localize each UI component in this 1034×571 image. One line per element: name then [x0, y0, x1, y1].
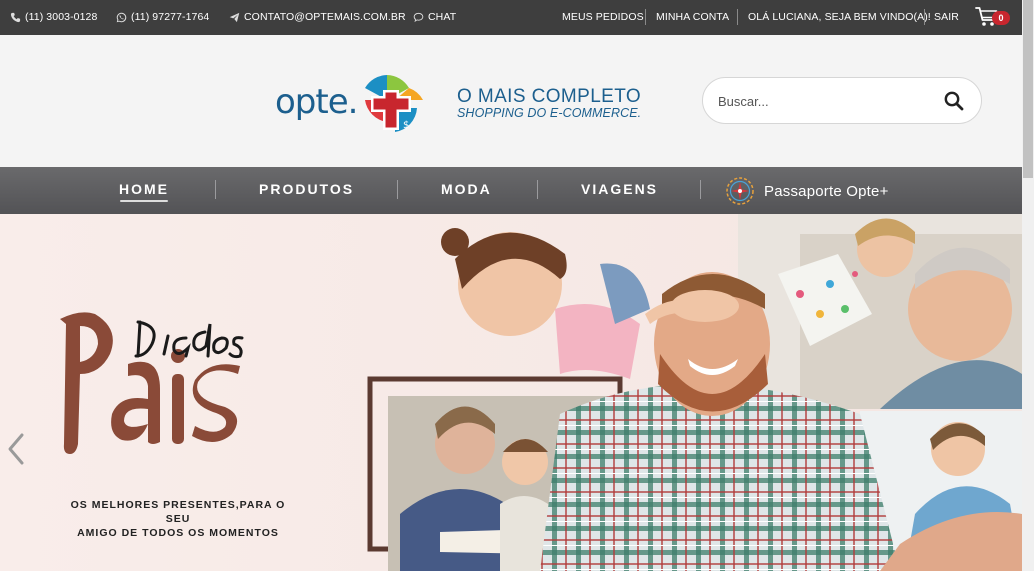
cart-button[interactable]: 0 [975, 6, 1013, 30]
paper-plane-icon [229, 12, 240, 22]
tagline-line-2: SHOPPING DO E-COMMERCE. [457, 106, 642, 120]
site-header: opte. $ O MAIS COMPLETO SHOPPING DO E-CO… [0, 35, 1022, 167]
search-button[interactable] [943, 90, 965, 112]
phone-icon [10, 12, 21, 22]
divider [645, 9, 646, 25]
divider [700, 180, 701, 199]
chat-bubble-icon [413, 12, 424, 22]
nav-item-moda[interactable]: MODA [441, 181, 492, 197]
search-box [702, 77, 982, 124]
whatsapp-link[interactable]: (11) 97277-1764 [116, 11, 209, 23]
top-bar: (11) 3003-0128 (11) 97277-1764 CONTATO@O… [0, 0, 1022, 35]
hero-subtitle: OS MELHORES PRESENTES,PARA O SEU AMIGO D… [58, 498, 298, 540]
logout-link[interactable]: SAIR [934, 11, 959, 23]
main-nav: HOME PRODUTOS MODA VIAGENS Passaporte Op… [0, 167, 1022, 214]
passport-label: Passaporte Opte+ [764, 182, 889, 200]
whatsapp-text: (11) 97277-1764 [131, 11, 210, 23]
divider [215, 180, 216, 199]
email-text: CONTATO@OPTEMAIS.COM.BR [244, 11, 406, 23]
divider [537, 180, 538, 199]
passport-compass-icon [726, 177, 754, 205]
nav-item-home[interactable]: HOME [119, 181, 169, 197]
hero-subtitle-line-1: OS MELHORES PRESENTES,PARA O SEU [70, 499, 286, 525]
page-scrollbar[interactable] [1022, 0, 1034, 571]
phone-link[interactable]: (11) 3003-0128 [10, 11, 97, 23]
my-account-link[interactable]: MINHA CONTA [656, 11, 729, 23]
whatsapp-icon [116, 12, 127, 22]
divider [924, 9, 925, 25]
scrollbar-thumb[interactable] [1023, 0, 1033, 178]
chat-text: CHAT [428, 11, 457, 23]
cart-count-badge: 0 [992, 11, 1010, 25]
carousel-prev-button[interactable] [4, 429, 28, 469]
nav-item-passaporte[interactable]: Passaporte Opte+ [724, 175, 889, 207]
chat-link[interactable]: CHAT [413, 11, 456, 23]
divider [397, 180, 398, 199]
nav-item-viagens[interactable]: VIAGENS [581, 181, 658, 197]
opte-plus-logo-icon: $ [365, 75, 423, 132]
tagline: O MAIS COMPLETO SHOPPING DO E-COMMERCE. [457, 87, 641, 120]
active-indicator [120, 200, 168, 202]
user-greeting: OLÁ LUCIANA, SEJA BEM VINDO(A)! [748, 11, 931, 23]
email-link[interactable]: CONTATO@OPTEMAIS.COM.BR [229, 11, 406, 23]
svg-text:$: $ [403, 120, 409, 131]
logo-wordmark: opte. [275, 82, 358, 122]
my-orders-link[interactable]: MEUS PEDIDOS [562, 11, 644, 23]
hero-banner[interactable]: OS MELHORES PRESENTES,PARA O SEU AMIGO D… [0, 214, 1022, 571]
tagline-line-1: O MAIS COMPLETO [457, 86, 642, 107]
hero-subtitle-line-2: AMIGO DE TODOS OS MOMENTOS [77, 527, 279, 539]
search-input[interactable] [718, 90, 933, 112]
chevron-left-icon [8, 433, 24, 465]
search-icon [944, 91, 964, 111]
divider [737, 9, 738, 25]
phone-text: (11) 3003-0128 [25, 11, 98, 23]
nav-item-produtos[interactable]: PRODUTOS [259, 181, 354, 197]
opte-logo[interactable]: opte. $ [275, 70, 430, 140]
